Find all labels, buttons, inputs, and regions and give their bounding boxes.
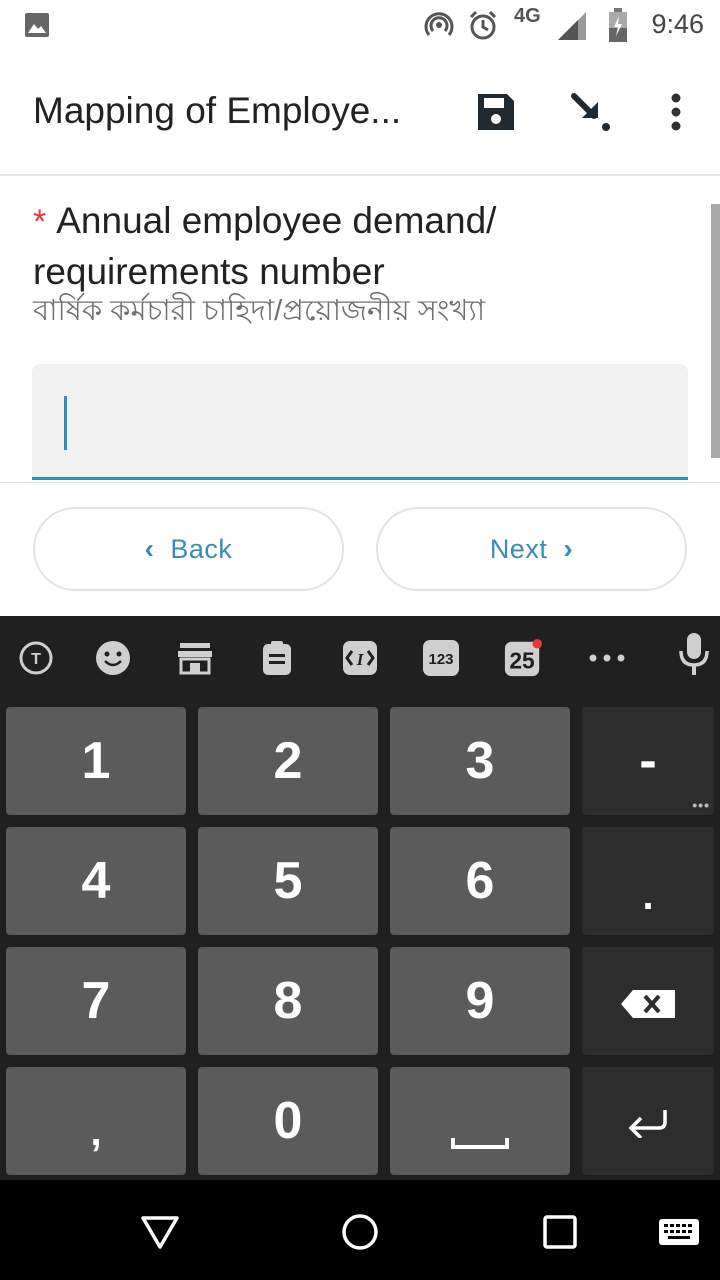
alarm-icon <box>467 9 499 46</box>
backspace-icon <box>621 971 675 1031</box>
next-button[interactable]: Next › <box>376 507 687 591</box>
app-bar: Mapping of Employe... <box>0 50 720 176</box>
svg-text:123: 123 <box>428 651 453 668</box>
key-5[interactable]: 5 <box>198 827 378 935</box>
key-2[interactable]: 2 <box>198 707 378 815</box>
key-comma-label: , <box>90 1110 102 1154</box>
more-vert-icon[interactable] <box>668 92 684 137</box>
keyboard: T I 123 25 1 2 3 - ••• 4 5 6 . 7 8 9 , 0 <box>0 616 720 1180</box>
key-7[interactable]: 7 <box>6 947 186 1055</box>
back-button[interactable]: ‹ Back <box>33 507 344 591</box>
key-1[interactable]: 1 <box>6 707 186 815</box>
question-title: * Annual employee demand/ requirements nu… <box>33 196 633 297</box>
text-edit-icon[interactable]: I <box>340 638 380 678</box>
svg-text:T: T <box>31 651 41 668</box>
emoji-icon[interactable] <box>93 638 133 678</box>
next-label: Next <box>489 533 548 564</box>
battery-icon <box>608 8 628 47</box>
question-subtitle: বার্ষিক কর্মচারী চাহিদা/প্রয়োজনীয় সংখ্… <box>33 295 486 327</box>
key-dash[interactable]: - ••• <box>582 707 714 815</box>
more-keys-icon: ••• <box>692 797 710 813</box>
space-icon <box>451 1103 509 1163</box>
key-dash-label: - <box>639 732 657 790</box>
question-title-text: Annual employee demand/ requirements num… <box>33 200 497 292</box>
key-comma[interactable]: , <box>6 1067 186 1175</box>
enter-key[interactable] <box>582 1067 714 1175</box>
key-9[interactable]: 9 <box>390 947 570 1055</box>
save-icon[interactable] <box>476 92 516 137</box>
more-horiz-icon[interactable] <box>587 638 627 678</box>
key-8[interactable]: 8 <box>198 947 378 1055</box>
text-cursor <box>64 396 67 450</box>
signal-icon <box>556 10 588 47</box>
keyboard-toolbar: T I 123 25 <box>0 616 720 702</box>
number-input[interactable] <box>32 364 688 480</box>
key-0[interactable]: 0 <box>198 1067 378 1175</box>
svg-text:25: 25 <box>509 647 535 673</box>
image-notification-icon <box>24 12 50 43</box>
enter-icon <box>627 1091 669 1151</box>
home-circle-icon[interactable] <box>340 1212 380 1257</box>
key-6[interactable]: 6 <box>390 827 570 935</box>
recents-square-icon[interactable] <box>542 1214 578 1255</box>
chevron-right-icon: › <box>563 533 574 564</box>
backspace-key[interactable] <box>582 947 714 1055</box>
network-type: 4G <box>514 5 541 27</box>
space-key[interactable] <box>390 1067 570 1175</box>
clock: 9:46 <box>651 9 704 39</box>
key-period[interactable]: . <box>582 827 714 935</box>
system-navigation-bar <box>0 1180 720 1280</box>
key-period-label: . <box>642 874 654 918</box>
form-navigation: ‹ Back Next › <box>0 482 720 616</box>
number-badge-icon[interactable]: 123 <box>421 638 461 678</box>
question-section: * Annual employee demand/ requirements nu… <box>0 178 720 480</box>
key-4[interactable]: 4 <box>6 827 186 935</box>
clipboard-icon[interactable] <box>257 638 297 678</box>
back-label: Back <box>170 533 233 564</box>
status-bar: 4G 9:46 <box>0 0 720 50</box>
page-title: Mapping of Employe... <box>33 90 402 131</box>
store-icon[interactable] <box>175 638 215 678</box>
keyboard-switch-icon[interactable] <box>658 1218 700 1253</box>
translate-icon[interactable]: T <box>16 638 56 678</box>
key-3[interactable]: 3 <box>390 707 570 815</box>
hotspot-icon <box>424 10 454 45</box>
calendar-icon[interactable]: 25 <box>503 638 543 678</box>
chevron-left-icon: ‹ <box>144 533 155 564</box>
download-icon[interactable] <box>570 92 612 139</box>
required-marker: * <box>33 203 47 241</box>
scrollbar[interactable] <box>711 204 720 458</box>
microphone-icon[interactable] <box>674 633 714 675</box>
back-triangle-icon[interactable] <box>140 1214 180 1255</box>
